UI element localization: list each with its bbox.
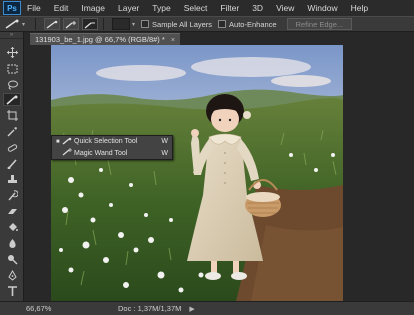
chevron-down-icon[interactable]: ▾ <box>132 21 135 28</box>
paint-bucket-tool[interactable] <box>3 221 21 234</box>
new-selection-button[interactable] <box>44 18 60 30</box>
tool-preset-picker[interactable]: ▾ <box>4 18 30 30</box>
flyout-item-magic-wand[interactable]: Magic Wand Tool W <box>52 148 172 160</box>
flyout-item-label: Quick Selection Tool <box>74 138 138 146</box>
eraser-tool[interactable] <box>3 205 21 218</box>
status-bar: 66,67% Doc : 1,37M/1,37M ▶ <box>24 301 414 315</box>
flyout-item-label: Magic Wand Tool <box>74 149 128 157</box>
dodge-tool[interactable] <box>3 253 21 266</box>
healing-brush-tool[interactable] <box>3 141 21 154</box>
marquee-tool[interactable] <box>3 62 21 75</box>
menu-help[interactable]: Help <box>351 3 368 13</box>
canvas-workspace[interactable]: ■ Quick Selection Tool W Magic Wand Tool… <box>24 45 414 301</box>
status-menu-arrow-icon[interactable]: ▶ <box>189 305 194 313</box>
subtract-from-selection-button[interactable] <box>82 18 98 30</box>
marquee-icon <box>7 64 17 73</box>
menu-3d[interactable]: 3D <box>252 3 263 13</box>
menu-type[interactable]: Type <box>152 3 170 13</box>
tools-panel: » <box>0 32 24 302</box>
eyedropper-tool[interactable] <box>3 125 21 138</box>
add-to-selection-button[interactable] <box>63 18 79 30</box>
eraser-icon <box>7 208 17 214</box>
menu-filter[interactable]: Filter <box>220 3 239 13</box>
pen-tool[interactable] <box>3 269 21 282</box>
flyout-item-quick-selection[interactable]: ■ Quick Selection Tool W <box>52 136 172 148</box>
move-tool[interactable] <box>3 46 21 59</box>
chevron-down-icon: ▾ <box>22 21 26 28</box>
document-tab[interactable]: 131903_be_1.jpg @ 66,7% (RGB/8#) * × <box>30 33 181 45</box>
pen-icon <box>7 270 17 281</box>
menu-layer[interactable]: Layer <box>118 3 139 13</box>
blur-tool[interactable] <box>3 237 21 250</box>
options-bar: ▾ ▾ Sample All Layers Auto-Enhance Refin… <box>0 16 414 32</box>
type-tool[interactable] <box>3 285 21 298</box>
flyout-item-shortcut: W <box>161 149 168 157</box>
menu-file[interactable]: File <box>27 3 41 13</box>
flyout-item-shortcut: W <box>161 138 168 146</box>
brush-subtract-icon <box>84 21 95 29</box>
menu-edit[interactable]: Edit <box>54 3 69 13</box>
brush-add-icon <box>65 20 76 29</box>
document-size: Doc : 1,37M/1,37M <box>118 304 182 313</box>
menu-window[interactable]: Window <box>307 3 337 13</box>
divider <box>35 18 36 30</box>
quick-selection-icon <box>5 19 19 29</box>
sample-all-layers-label: Sample All Layers <box>152 19 213 29</box>
history-brush-tool[interactable] <box>3 189 21 202</box>
type-icon <box>7 286 17 296</box>
document-canvas-image[interactable] <box>51 45 343 301</box>
menu-select[interactable]: Select <box>184 3 208 13</box>
photoshop-logo: Ps <box>3 1 21 15</box>
move-icon <box>6 47 18 58</box>
selection-tool-flyout: ■ Quick Selection Tool W Magic Wand Tool… <box>51 135 173 160</box>
status-corner <box>0 301 24 315</box>
droplet-icon <box>8 239 16 248</box>
zoom-level[interactable]: 66,67% <box>24 304 58 313</box>
quick-selection-icon <box>62 137 74 147</box>
quick-selection-icon <box>6 95 18 105</box>
brush-size-picker[interactable] <box>112 18 130 30</box>
document-tab-title: 131903_be_1.jpg @ 66,7% (RGB/8#) * <box>35 35 165 44</box>
refine-edge-button[interactable]: Refine Edge... <box>286 18 353 30</box>
brush-icon <box>7 159 17 169</box>
auto-enhance-label: Auto-Enhance <box>229 19 277 29</box>
menu-image[interactable]: Image <box>81 3 105 13</box>
dodge-icon <box>7 255 17 265</box>
magic-wand-icon <box>62 148 74 158</box>
clone-stamp-tool[interactable] <box>3 173 21 186</box>
crop-icon <box>6 110 18 121</box>
panel-grip[interactable]: » <box>0 32 23 39</box>
brush-tool[interactable] <box>3 157 21 170</box>
menu-view[interactable]: View <box>276 3 294 13</box>
menu-bar: Ps File Edit Image Layer Type Select Fil… <box>0 0 414 16</box>
history-brush-icon <box>7 190 18 201</box>
lasso-tool[interactable] <box>3 78 21 91</box>
bandage-icon <box>7 143 17 152</box>
close-icon[interactable]: × <box>171 35 175 44</box>
lasso-icon <box>7 80 18 89</box>
quick-selection-tool[interactable] <box>3 93 21 106</box>
stamp-icon <box>7 175 17 183</box>
sample-all-layers-checkbox[interactable] <box>141 20 150 28</box>
brush-new-icon <box>46 20 58 29</box>
auto-enhance-checkbox[interactable] <box>218 20 227 28</box>
paint-bucket-icon <box>8 223 18 231</box>
crop-tool[interactable] <box>3 109 21 122</box>
photo-girl-in-flower-field <box>51 45 343 301</box>
divider <box>103 18 104 30</box>
document-tabs: 131903_be_1.jpg @ 66,7% (RGB/8#) * × <box>26 32 414 45</box>
eyedropper-icon <box>7 127 17 137</box>
